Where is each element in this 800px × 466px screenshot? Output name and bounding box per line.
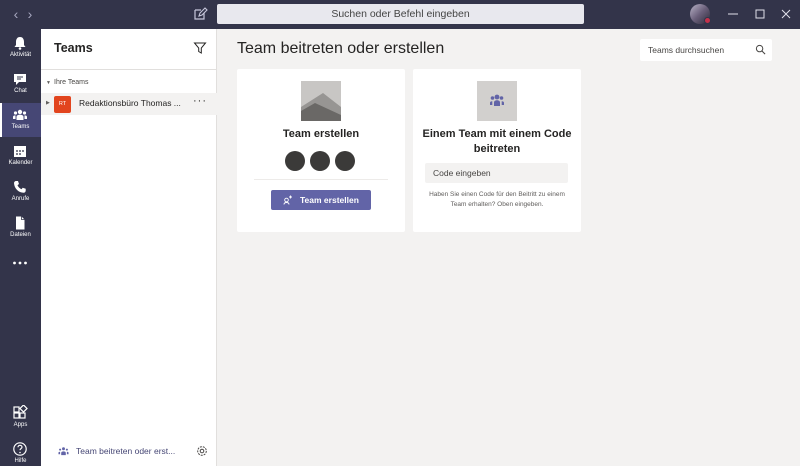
- page-title: Team beitreten oder erstellen: [237, 40, 445, 57]
- create-team-button[interactable]: Team erstellen: [271, 190, 371, 210]
- maximize-icon[interactable]: [752, 6, 768, 22]
- rail-item-chat[interactable]: Chat: [0, 67, 41, 101]
- create-team-card: Team erstellen Team erstellen: [237, 69, 405, 232]
- panel-title: Teams: [54, 41, 93, 55]
- rail-label: Hilfe: [14, 458, 27, 464]
- team-name: Redaktionsbüro Thomas ...: [79, 98, 181, 108]
- rail-item-more[interactable]: [0, 247, 41, 281]
- teams-icon: [13, 109, 27, 120]
- chevron-down-icon[interactable]: ▼: [46, 80, 51, 86]
- rail-label: Dateien: [10, 232, 31, 238]
- join-team-title: Einem Team mit einem Code beitreten: [422, 128, 572, 155]
- phone-icon: [14, 181, 26, 193]
- rail-item-apps[interactable]: Apps: [0, 401, 41, 435]
- member-avatars: [285, 151, 357, 171]
- team-search-placeholder: Teams durchsuchen: [648, 45, 725, 55]
- team-search-input[interactable]: Teams durchsuchen: [640, 39, 772, 61]
- rail-item-calls[interactable]: Anrufe: [0, 175, 41, 209]
- rail-label: Anrufe: [11, 196, 30, 202]
- search-icon[interactable]: [755, 44, 766, 55]
- filter-icon[interactable]: [193, 41, 207, 55]
- chevron-right-icon[interactable]: ▶: [46, 100, 50, 106]
- apps-icon: [13, 405, 28, 419]
- gear-icon[interactable]: [196, 445, 208, 457]
- compose-icon[interactable]: [192, 6, 208, 22]
- chat-icon: [14, 74, 26, 85]
- command-search-input[interactable]: Suchen oder Befehl eingeben: [217, 4, 584, 24]
- teams-panel: Teams ▼ Ihre Teams ▶ RT Redaktionsbüro T…: [41, 29, 217, 466]
- rail-item-help[interactable]: Hilfe: [0, 437, 41, 466]
- bell-icon: [14, 37, 26, 50]
- rail-item-calendar[interactable]: Kalender: [0, 139, 41, 173]
- forward-arrow-icon[interactable]: ›: [22, 6, 38, 22]
- rail-item-activity[interactable]: Aktivität: [0, 31, 41, 65]
- code-help-text: Haben Sie einen Code für den Beitritt zu…: [429, 191, 565, 208]
- rail-label: Kalender: [8, 160, 33, 166]
- team-list-item[interactable]: ▶ RT Redaktionsbüro Thomas ... ···: [41, 93, 217, 115]
- minimize-icon[interactable]: [725, 6, 741, 22]
- section-label[interactable]: Ihre Teams: [54, 79, 89, 86]
- image-placeholder-icon: [301, 81, 341, 121]
- rail-label: Chat: [14, 88, 27, 94]
- rail-item-files[interactable]: Dateien: [0, 211, 41, 245]
- rail-label: Aktivität: [9, 52, 31, 58]
- join-team-icon: [58, 447, 69, 456]
- more-icon: [13, 261, 27, 265]
- close-icon[interactable]: [778, 6, 794, 22]
- create-team-button-label: Team erstellen: [300, 195, 359, 205]
- divider: [254, 179, 388, 180]
- rail-label: Apps: [13, 422, 28, 428]
- app-rail: Aktivität Chat Teams Kalender Anrufe Dat…: [0, 29, 41, 466]
- calendar-icon: [14, 146, 26, 157]
- file-icon: [16, 216, 25, 230]
- join-team-card: Einem Team mit einem Code beitreten Habe…: [413, 69, 581, 232]
- presence-busy-icon: [704, 17, 711, 24]
- join-create-team-label: Team beitreten oder erst...: [76, 446, 176, 456]
- title-bar: ‹ › Suchen oder Befehl eingeben: [0, 0, 800, 29]
- team-code-input[interactable]: [425, 163, 568, 183]
- member-avatar: [310, 151, 330, 171]
- member-avatar: [285, 151, 305, 171]
- team-avatar: RT: [54, 96, 71, 113]
- divider: [41, 69, 217, 70]
- join-create-team-link[interactable]: Team beitreten oder erst...: [41, 439, 217, 466]
- rail-item-teams[interactable]: Teams: [0, 103, 41, 137]
- team-join-icon: [477, 81, 517, 121]
- add-team-icon: [283, 195, 292, 205]
- rail-label: Teams: [11, 124, 30, 130]
- more-options-icon[interactable]: ···: [193, 95, 207, 107]
- create-team-title: Team erstellen: [282, 128, 360, 140]
- help-icon: [13, 442, 27, 456]
- member-avatar: [335, 151, 355, 171]
